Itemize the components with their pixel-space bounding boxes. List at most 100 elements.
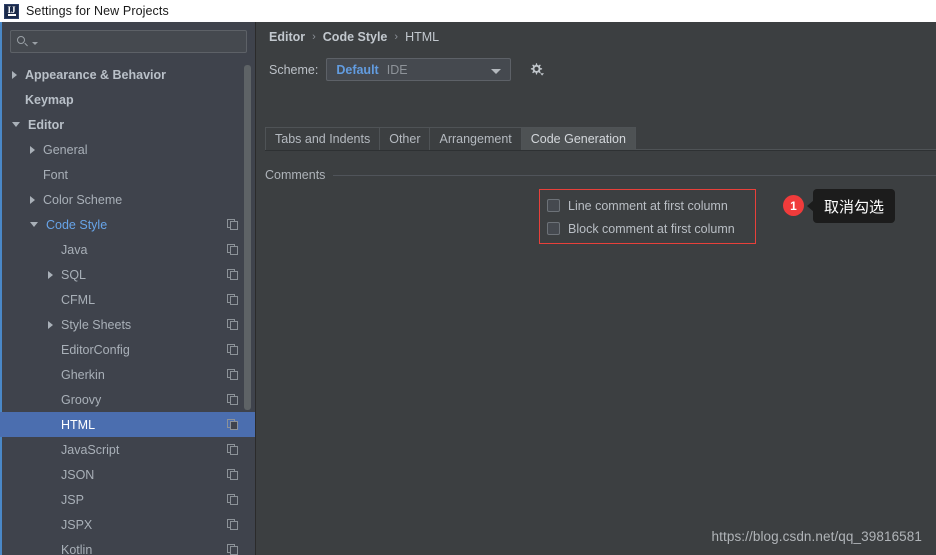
section-divider	[333, 174, 936, 176]
checkbox-row[interactable]: Line comment at first column	[547, 194, 735, 217]
copy-scheme-icon[interactable]	[227, 444, 238, 455]
tab-tabs-and-indents[interactable]: Tabs and Indents	[265, 127, 380, 150]
annotation-tooltip: 取消勾选	[807, 189, 896, 223]
breadcrumb-item[interactable]: HTML	[405, 30, 439, 44]
sidebar-item-groovy[interactable]: Groovy	[0, 387, 255, 412]
copy-scheme-icon[interactable]	[227, 269, 238, 280]
sidebar-item-label: Kotlin	[61, 542, 93, 555]
scheme-row: Scheme: Default IDE	[269, 58, 546, 81]
copy-scheme-icon[interactable]	[227, 369, 238, 380]
breadcrumb-item[interactable]: Code Style	[323, 30, 388, 44]
copy-scheme-icon[interactable]	[227, 494, 238, 505]
copy-scheme-icon[interactable]	[227, 544, 238, 555]
section-title: Comments	[265, 168, 326, 182]
sidebar-item-kotlin[interactable]: Kotlin	[0, 537, 255, 555]
chevron-right-icon[interactable]	[30, 145, 35, 154]
sidebar-item-label: Font	[43, 167, 69, 182]
comments-section: Comments	[265, 166, 936, 184]
copy-scheme-icon[interactable]	[227, 519, 238, 530]
scheme-settings-button[interactable]	[526, 60, 546, 80]
copy-scheme-icon[interactable]	[227, 394, 238, 405]
tab-code-generation[interactable]: Code Generation	[520, 127, 636, 150]
chevron-down-icon	[491, 69, 502, 74]
sidebar-item-keymap[interactable]: Keymap	[0, 87, 255, 112]
sidebar-item-label: JSP	[61, 492, 84, 507]
chevron-right-icon[interactable]	[12, 70, 17, 79]
checkbox-row[interactable]: Block comment at first column	[547, 217, 735, 240]
settings-sidebar: Appearance & Behavior Keymap Editor General…	[0, 22, 256, 555]
sidebar-item-html[interactable]: HTML	[0, 412, 255, 437]
sidebar-item-style-sheets[interactable]: Style Sheets	[0, 312, 255, 337]
chevron-down-icon[interactable]	[12, 122, 20, 127]
sidebar-item-font[interactable]: Font	[0, 162, 255, 187]
title-bar: IJ Settings for New Projects	[0, 0, 936, 22]
sidebar-item-jspx[interactable]: JSPX	[0, 512, 255, 537]
sidebar-item-jsp[interactable]: JSP	[0, 487, 255, 512]
copy-scheme-icon[interactable]	[227, 219, 238, 230]
sidebar-scrollbar-thumb[interactable]	[244, 65, 251, 410]
sidebar-scrollbar-track[interactable]	[244, 63, 251, 533]
tab-other[interactable]: Other	[379, 127, 430, 150]
settings-tabs: Tabs and Indents Other Arrangement Code Gen…	[265, 125, 936, 151]
tooltip-arrow-icon	[807, 200, 814, 212]
sidebar-item-label: Appearance & Behavior	[25, 67, 167, 82]
breadcrumb-separator-icon: ›	[312, 31, 316, 43]
copy-scheme-icon[interactable]	[227, 294, 238, 305]
sidebar-item-label: JSON	[61, 467, 95, 482]
sidebar-item-javascript[interactable]: JavaScript	[0, 437, 255, 462]
search-icon	[17, 35, 31, 49]
sidebar-item-editorconfig[interactable]: EditorConfig	[0, 337, 255, 362]
copy-scheme-icon[interactable]	[227, 319, 238, 330]
gear-icon	[531, 62, 545, 76]
chevron-right-icon[interactable]	[48, 270, 53, 279]
sidebar-item-general[interactable]: General	[0, 137, 255, 162]
checkbox-line-comment-first-column[interactable]	[547, 199, 560, 212]
scheme-dropdown[interactable]: Default IDE	[326, 58, 512, 81]
checkbox-label: Block comment at first column	[568, 221, 735, 236]
copy-scheme-icon[interactable]	[227, 419, 238, 430]
sidebar-item-label: Keymap	[25, 92, 74, 107]
sidebar-item-code-style[interactable]: Code Style	[0, 212, 255, 237]
window-title: Settings for New Projects	[26, 4, 169, 18]
tab-arrangement[interactable]: Arrangement	[429, 127, 521, 150]
sidebar-item-java[interactable]: Java	[0, 237, 255, 262]
scheme-name: Default	[336, 62, 379, 77]
sidebar-item-label: SQL	[61, 267, 87, 282]
chevron-right-icon[interactable]	[48, 320, 53, 329]
sidebar-item-label: JavaScript	[61, 442, 120, 457]
breadcrumb-item[interactable]: Editor	[269, 30, 305, 44]
sidebar-item-label: General	[43, 142, 88, 157]
sidebar-item-cfml[interactable]: CFML	[0, 287, 255, 312]
checkbox-block-comment-first-column[interactable]	[547, 222, 560, 235]
sidebar-item-label: Style Sheets	[61, 317, 132, 332]
sidebar-item-editor[interactable]: Editor	[0, 112, 255, 137]
copy-scheme-icon[interactable]	[227, 244, 238, 255]
tab-strip-filler	[635, 127, 936, 150]
settings-dialog: IJ Settings for New Projects Appearance …	[0, 0, 936, 555]
sidebar-item-json[interactable]: JSON	[0, 462, 255, 487]
sidebar-item-color-scheme[interactable]: Color Scheme	[0, 187, 255, 212]
chevron-down-icon[interactable]	[30, 222, 38, 227]
settings-search[interactable]	[10, 30, 247, 53]
sidebar-item-label: EditorConfig	[61, 342, 130, 357]
sidebar-item-label: JSPX	[61, 517, 93, 532]
sidebar-item-label: HTML	[61, 417, 96, 432]
sidebar-item-sql[interactable]: SQL	[0, 262, 255, 287]
copy-scheme-icon[interactable]	[227, 469, 238, 480]
sidebar-item-appearance-behavior[interactable]: Appearance & Behavior	[0, 62, 255, 87]
chevron-right-icon[interactable]	[30, 195, 35, 204]
sidebar-item-gherkin[interactable]: Gherkin	[0, 362, 255, 387]
sidebar-item-label: Gherkin	[61, 367, 105, 382]
copy-scheme-icon[interactable]	[227, 344, 238, 355]
search-input[interactable]	[38, 33, 246, 50]
annotation-step-badge: 1	[783, 195, 804, 216]
